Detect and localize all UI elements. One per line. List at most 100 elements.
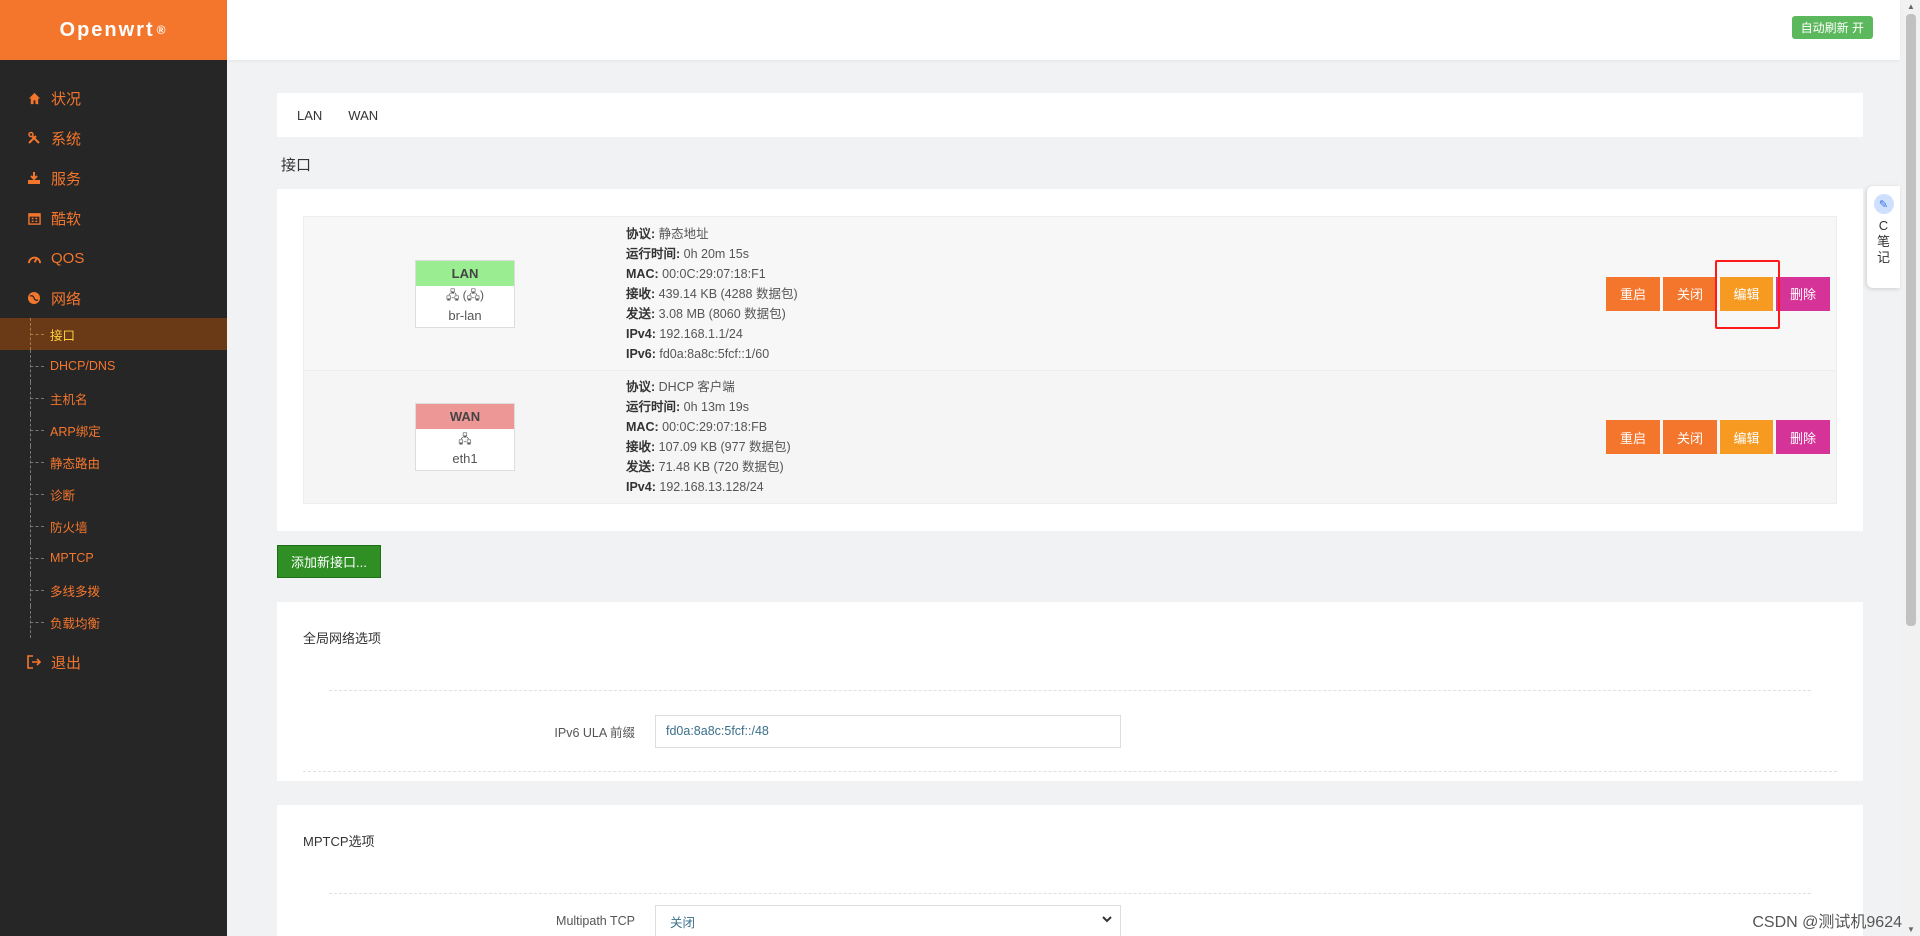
scroll-down-icon[interactable]: ▼ [1907, 925, 1915, 934]
subitem-label: 接口 [50, 328, 76, 343]
logout-icon [26, 655, 42, 669]
subitem-label: 多线多拨 [50, 584, 101, 599]
subitem-label: 诊断 [50, 488, 76, 503]
select-value: 关闭 [670, 915, 696, 930]
form-row-mptcp: Multipath TCP 关闭 [303, 894, 1837, 936]
edit-button[interactable]: 编辑 [1720, 420, 1773, 454]
restart-button[interactable]: 重启 [1606, 420, 1660, 454]
sidebar-subitem-dhcp-dns[interactable]: DHCP/DNS [0, 350, 227, 382]
sidebar-subitem-hostnames[interactable]: 主机名 [0, 382, 227, 414]
info-line: IPv6: fd0a:8a8c:5fcf::1/60 [626, 346, 770, 361]
delete-button[interactable]: 删除 [1776, 276, 1830, 311]
mptcp-options-card: MPTCP选项 Multipath TCP 关闭 [277, 805, 1863, 936]
interfaces-table: LAN 🖧 (🖧) br-lan 协议: 静态地址 运行时间: 0h 20m 1… [303, 216, 1837, 504]
delete-button[interactable]: 删除 [1776, 420, 1830, 454]
subitem-label: 负载均衡 [50, 616, 101, 631]
iface-badge-lan: LAN 🖧 (🖧) br-lan [415, 259, 515, 328]
sidebar-subitem-diagnostics[interactable]: 诊断 [0, 478, 227, 510]
sidebar-item-label: 状况 [51, 90, 82, 108]
network-port-icon: 🖧 (🖧) [445, 288, 485, 302]
watermark: CSDN @测试机9624 [1752, 914, 1902, 931]
home-icon [26, 92, 42, 105]
stop-button[interactable]: 关闭 [1663, 420, 1717, 454]
interfaces-card: LAN 🖧 (🖧) br-lan 协议: 静态地址 运行时间: 0h 20m 1… [277, 189, 1863, 531]
sidebar-item-label: 酷软 [51, 210, 82, 228]
info-line: 运行时间: 0h 13m 19s [626, 400, 749, 414]
sidebar-subitem-load-balancing[interactable]: 负载均衡 [0, 606, 227, 638]
sidebar-subitem-interfaces[interactable]: 接口 [0, 318, 227, 350]
mptcp-select[interactable]: 关闭 [655, 904, 1121, 936]
form-row-ula: IPv6 ULA 前缀 fd0a:8a8c:5fcf::/48 [303, 691, 1837, 771]
ula-prefix-input[interactable]: fd0a:8a8c:5fcf::/48 [655, 714, 1121, 748]
globe-icon [26, 291, 42, 305]
edit-button[interactable]: 编辑 [1720, 276, 1773, 311]
iface-name: WAN [416, 404, 514, 429]
iface-actions-wan: 重启 关闭 编辑 删除 [1606, 420, 1830, 454]
info-line: 运行时间: 0h 20m 15s [626, 246, 749, 261]
info-line: 接收: 107.09 KB (977 数据包) [626, 440, 791, 454]
auto-refresh-toggle[interactable]: 自动刷新 开 [1791, 16, 1873, 39]
section-title: MPTCP选项 [303, 834, 375, 849]
sidebar-item-qos[interactable]: QOS [0, 238, 227, 278]
iface-device: eth1 [452, 451, 478, 466]
iface-device: br-lan [448, 307, 482, 323]
page-title: 接口 [281, 157, 312, 174]
iface-info-lan: 协议: 静态地址 运行时间: 0h 20m 15s MAC: 00:0C:29:… [626, 224, 1606, 364]
csdn-note-widget[interactable]: ✎ C 笔 记 [1867, 186, 1900, 288]
sidebar-item-label: 系统 [51, 130, 82, 148]
restart-button[interactable]: 重启 [1606, 276, 1660, 311]
table-row-wan: WAN 🖧 eth1 协议: DHCP 客户端 运行时间: 0h 13m 19s… [304, 370, 1836, 503]
sidebar-item-logout[interactable]: 退出 [0, 642, 227, 682]
sidebar-item-services[interactable]: 服务 [0, 158, 227, 198]
subitem-label: MPTCP [50, 551, 94, 565]
sidebar: Openwrt ® 状况 系统 服务 酷软 QOS 网络 接口 DHCP/DNS… [0, 0, 227, 936]
global-options-card: 全局网络选项 IPv6 ULA 前缀 fd0a:8a8c:5fcf::/48 [277, 602, 1863, 781]
iface-name: LAN [416, 260, 514, 286]
stop-button[interactable]: 关闭 [1663, 276, 1717, 311]
subitem-label: 防火墙 [50, 520, 88, 535]
sidebar-subitem-static-routes[interactable]: 静态路由 [0, 446, 227, 478]
top-bar: 自动刷新 开 [227, 0, 1900, 60]
sidebar-subitem-arp-binding[interactable]: ARP绑定 [0, 414, 227, 446]
sidebar-item-label: 服务 [51, 170, 82, 188]
info-line: 协议: 静态地址 [626, 226, 709, 241]
iface-badge-cell: WAN 🖧 eth1 [304, 403, 626, 471]
network-port-icon: 🖧 [458, 431, 472, 446]
sidebar-subitem-multiwan[interactable]: 多线多拨 [0, 574, 227, 606]
scroll-thumb[interactable] [1906, 14, 1916, 626]
info-line: 发送: 3.08 MB (8060 数据包) [626, 306, 786, 321]
info-line: MAC: 00:0C:29:07:18:F1 [626, 266, 766, 281]
sidebar-item-network[interactable]: 网络 [0, 278, 227, 318]
add-interface-button[interactable]: 添加新接口... [277, 545, 381, 578]
ula-label: IPv6 ULA 前缀 [554, 725, 635, 740]
iface-actions-lan: 重启 关闭 编辑 删除 [1606, 276, 1830, 311]
brand-mark: ® [156, 23, 168, 37]
tab-lan[interactable]: LAN [297, 108, 322, 123]
subitem-label: ARP绑定 [50, 424, 101, 439]
brand-logo[interactable]: Openwrt ® [0, 0, 227, 60]
tools-icon [26, 131, 42, 145]
info-line: 接收: 439.14 KB (4288 数据包) [626, 286, 798, 301]
scrollbar[interactable]: ▲ ▼ [1902, 0, 1920, 936]
subitem-label: 主机名 [50, 392, 88, 407]
gauge-icon [26, 252, 42, 265]
sidebar-subitem-firewall[interactable]: 防火墙 [0, 510, 227, 542]
subitem-label: DHCP/DNS [50, 359, 116, 373]
iface-badge-cell: LAN 🖧 (🖧) br-lan [304, 259, 626, 328]
sidebar-item-label: QOS [51, 249, 85, 267]
sidebar-item-label: 网络 [51, 290, 82, 308]
info-line: 发送: 71.48 KB (720 数据包) [626, 460, 784, 474]
info-line: IPv4: 192.168.13.128/24 [626, 480, 764, 494]
scroll-up-icon[interactable]: ▲ [1907, 2, 1915, 11]
sidebar-menu: 状况 系统 服务 酷软 QOS 网络 接口 DHCP/DNS 主机名 ARP绑定… [0, 60, 227, 682]
info-line: IPv4: 192.168.1.1/24 [626, 326, 743, 341]
sidebar-item-system[interactable]: 系统 [0, 118, 227, 158]
subitem-label: 静态路由 [50, 456, 101, 471]
sidebar-item-apps[interactable]: 酷软 [0, 198, 227, 238]
iface-badge-wan: WAN 🖧 eth1 [415, 403, 515, 471]
note-icon: ✎ [1873, 194, 1894, 214]
main-content: LAN WAN 接口 LAN 🖧 (🖧) br-lan 协议: 静态地址 运行时… [277, 93, 1863, 936]
sidebar-subitem-mptcp[interactable]: MPTCP [0, 542, 227, 574]
tab-wan[interactable]: WAN [348, 108, 378, 123]
sidebar-item-status[interactable]: 状况 [0, 78, 227, 118]
